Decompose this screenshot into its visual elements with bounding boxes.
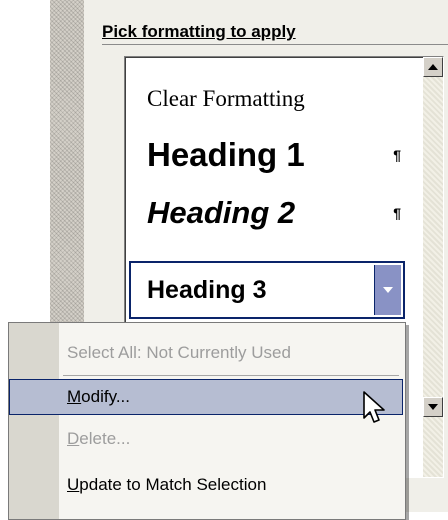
scroll-down-button[interactable]: [423, 397, 443, 417]
mouse-pointer-icon: [363, 391, 385, 423]
chevron-down-icon: [383, 287, 393, 293]
menu-separator: [63, 375, 399, 376]
menu-item-modify[interactable]: Modify...: [9, 379, 403, 415]
menu-item-label: Update to Match Selection: [9, 475, 266, 495]
menu-item-select-all: Select All: Not Currently Used: [9, 335, 403, 371]
style-item-clear-formatting[interactable]: Clear Formatting: [133, 73, 415, 125]
menu-label-rest: odify...: [81, 387, 130, 406]
style-dropdown-button[interactable]: [374, 265, 401, 315]
arrow-down-icon: [428, 404, 438, 410]
style-name: Heading 3: [147, 275, 267, 304]
vertical-scrollbar[interactable]: [423, 57, 443, 477]
paragraph-mark-icon: ¶: [393, 147, 401, 163]
menu-accel: M: [67, 387, 82, 406]
section-divider: [102, 44, 448, 45]
menu-accel: D: [67, 429, 80, 448]
paragraph-mark-icon: ¶: [393, 205, 401, 221]
style-name: Clear Formatting: [147, 86, 305, 111]
menu-item-label: Modify...: [10, 387, 130, 407]
style-name: Heading 2: [147, 195, 296, 230]
menu-item-delete: Delete...: [9, 421, 403, 457]
style-item-heading-3[interactable]: Heading 3: [129, 261, 405, 319]
menu-item-update-to-match[interactable]: Update to Match Selection: [9, 467, 403, 503]
section-title: Pick formatting to apply: [102, 22, 296, 41]
style-context-menu: Select All: Not Currently Used Modify...…: [8, 322, 406, 520]
arrow-up-icon: [428, 64, 438, 70]
scroll-up-button[interactable]: [423, 57, 443, 77]
menu-label-rest: elete...: [79, 429, 131, 448]
style-item-heading-2[interactable]: Heading 2 ¶: [133, 187, 415, 239]
menu-item-label: Delete...: [9, 429, 130, 449]
style-name: Heading 1: [147, 136, 305, 173]
menu-accel: U: [67, 475, 80, 494]
menu-label-rest: pdate to Match Selection: [79, 475, 267, 494]
style-item-heading-1[interactable]: Heading 1 ¶: [133, 129, 415, 181]
menu-item-label: Select All: Not Currently Used: [67, 343, 291, 362]
